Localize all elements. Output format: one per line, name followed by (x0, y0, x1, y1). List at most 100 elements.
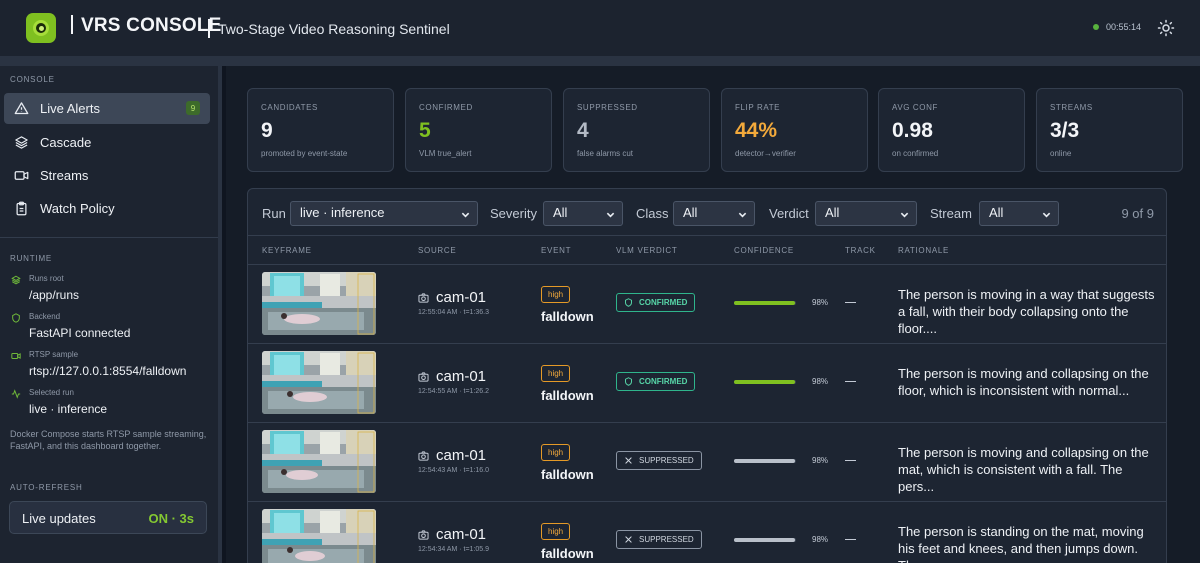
severity-filter-label: Severity (490, 206, 537, 221)
keyframe-thumbnail[interactable] (262, 430, 376, 493)
track-dash (845, 381, 856, 382)
source-camera: cam-01 (418, 526, 486, 543)
verdict-badge-text: CONFIRMED (639, 377, 688, 386)
camera-icon (418, 529, 429, 540)
run-select-value: live · inference (300, 205, 385, 220)
stat-card-flip-rate: FLIP RATE 44% detector→verifier (721, 88, 868, 172)
sun-icon[interactable] (1157, 19, 1175, 37)
stat-label: CONFIRMED (419, 103, 473, 112)
nav-live-alerts[interactable]: Live Alerts 9 (4, 93, 210, 124)
class-filter-label: Class (636, 206, 669, 221)
table-row[interactable]: cam-01 12:54:55 AM · t=1:26.2 high falld… (248, 344, 1166, 423)
runtime-key-runs-root: Runs root (29, 274, 64, 283)
table-row[interactable]: cam-01 12:54:34 AM · t=1:05.9 high falld… (248, 502, 1166, 563)
nav-cascade[interactable]: Cascade (4, 127, 210, 158)
status-dot-icon (1093, 24, 1099, 30)
source-camera-name: cam-01 (436, 289, 487, 306)
run-select[interactable]: live · inference (290, 201, 478, 226)
stat-label: CANDIDATES (261, 103, 318, 112)
source-camera: cam-01 (418, 368, 486, 385)
alerts-panel: Run live · inference Severity All Class … (247, 188, 1167, 563)
confidence-bar (734, 301, 796, 305)
source-camera-name: cam-01 (436, 526, 487, 543)
verdict-badge-text: CONFIRMED (639, 298, 688, 307)
stream-select[interactable]: All (979, 201, 1059, 226)
class-select-value: All (683, 205, 698, 220)
event-class: falldown (541, 309, 594, 324)
confidence-percent: 98% (812, 377, 829, 386)
verdict-filter-label: Verdict (769, 206, 809, 221)
column-header-vlm-verdict: VLM VERDICT (616, 246, 678, 255)
shield-icon (12, 313, 20, 323)
verdict-badge: SUPPRESSED (616, 530, 702, 549)
severity-select-value: All (553, 205, 568, 220)
keyframe-thumbnail[interactable] (262, 509, 376, 563)
nav-live-alerts-label: Live Alerts (40, 101, 100, 116)
stat-value: 0.98 (892, 119, 933, 142)
nav-cascade-label: Cascade (40, 135, 92, 150)
logo-icon (26, 13, 56, 43)
stat-value: 9 (261, 119, 273, 142)
stream-filter-label: Stream (930, 206, 972, 221)
class-select[interactable]: All (673, 201, 755, 226)
run-filter-label: Run (262, 206, 286, 221)
sidebar: CONSOLE Live Alerts 9 Cascade Streams Wa… (0, 66, 222, 563)
filter-bar: Run live · inference Severity All Class … (248, 189, 1166, 236)
rationale-text: The person is moving and collapsing on t… (898, 445, 1149, 494)
camera-icon (418, 292, 429, 303)
stat-card-candidates: CANDIDATES 9 promoted by event-state (247, 88, 394, 172)
app-title-text: VRS CONSOLE (81, 15, 222, 36)
stat-label: SUPPRESSED (577, 103, 638, 112)
chevron-down-icon (461, 212, 470, 218)
severity-badge: high (541, 523, 571, 540)
chevron-down-icon (1042, 212, 1051, 218)
stat-card-streams: STREAMS 3/3 online (1036, 88, 1183, 172)
chevron-down-icon (738, 212, 747, 218)
main-content: CANDIDATES 9 promoted by event-state CON… (226, 66, 1200, 563)
stat-label: AVG CONF (892, 103, 938, 112)
video-camera-icon (14, 171, 29, 180)
alerts-count-badge: 9 (186, 101, 200, 115)
clock: 00:55:14 (1093, 22, 1141, 32)
column-header-keyframe: KEYFRAME (262, 246, 312, 255)
live-updates-label: Live updates (22, 511, 96, 526)
keyframe-thumbnail[interactable] (262, 272, 376, 335)
app-title: VRS CONSOLE (71, 15, 222, 37)
sidebar-divider (0, 237, 218, 238)
close-icon (625, 457, 632, 464)
table-row[interactable]: cam-01 12:54:43 AM · t=1:16.0 high falld… (248, 423, 1166, 502)
activity-icon (11, 389, 21, 399)
confidence-percent: 98% (812, 456, 829, 465)
shield-icon (625, 298, 632, 307)
table-row[interactable]: cam-01 12:55:04 AM · t=1:36.3 high falld… (248, 265, 1166, 344)
nav-watch-policy[interactable]: Watch Policy (4, 193, 210, 224)
event-class: falldown (541, 467, 594, 482)
track-dash (845, 539, 856, 540)
severity-badge: high (541, 286, 571, 303)
severity-select[interactable]: All (543, 201, 623, 226)
column-header-confidence: CONFIDENCE (734, 246, 794, 255)
runtime-note: Docker Compose starts RTSP sample stream… (10, 429, 207, 451)
top-bar: VRS CONSOLE Two-Stage Video Reasoning Se… (0, 0, 1200, 56)
track-dash (845, 302, 856, 303)
result-count: 9 of 9 (1121, 206, 1154, 221)
stat-card-suppressed: SUPPRESSED 4 false alarms cut (563, 88, 710, 172)
live-updates-state: ON · 3s (148, 511, 194, 526)
source-camera-name: cam-01 (436, 368, 487, 385)
source-camera: cam-01 (418, 289, 486, 306)
close-icon (625, 536, 632, 543)
keyframe-thumbnail[interactable] (262, 351, 376, 414)
verdict-badge: CONFIRMED (616, 372, 696, 391)
verdict-select[interactable]: All (815, 201, 917, 226)
source-camera-name: cam-01 (436, 447, 487, 464)
confidence-bar (734, 459, 796, 463)
live-updates-toggle[interactable]: Live updates ON · 3s (9, 501, 207, 534)
app-subtitle-text: Two-Stage Video Reasoning Sentinel (218, 21, 450, 37)
confidence-bar-fill (734, 380, 795, 384)
nav-streams[interactable]: Streams (4, 160, 210, 191)
autorefresh-section-label: AUTO-REFRESH (10, 483, 83, 492)
chevron-down-icon (900, 212, 909, 218)
confidence-percent: 98% (812, 298, 829, 307)
event-timestamp: 12:54:43 AM · t=1:16.0 (418, 467, 490, 474)
column-header-rationale: RATIONALE (898, 246, 950, 255)
